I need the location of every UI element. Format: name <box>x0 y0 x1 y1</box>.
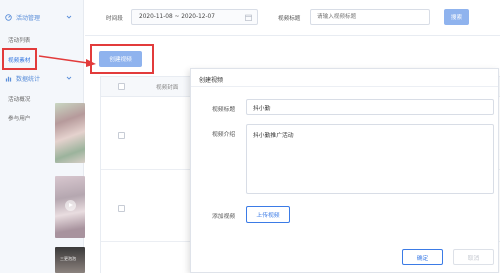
play-icon[interactable] <box>65 200 76 211</box>
annotation-arrow <box>38 55 96 67</box>
add-video-label: 添加视频 <box>212 214 236 220</box>
column-header-cover: 视频封面 <box>156 85 179 91</box>
row-checkbox[interactable] <box>118 205 125 212</box>
video-cover-thumbnail[interactable] <box>55 176 85 238</box>
chevron-down-icon <box>66 15 72 19</box>
dashboard-icon <box>5 13 12 21</box>
sidebar-group-label: 活动管理 <box>16 14 41 22</box>
create-video-dialog: 创建视频 视频标题 视频介绍 抖小勤推广活动 添加视频 上传视频 确定 取消 <box>190 68 499 273</box>
thumbnail-caption: 三更泡泡 <box>60 256 76 261</box>
dialog-title: 创建视频 <box>199 77 224 84</box>
video-cover-thumbnail[interactable]: 三更泡泡 <box>55 247 85 273</box>
dialog-header: 创建视频 <box>191 69 498 87</box>
search-button[interactable]: 搜索 <box>444 9 469 25</box>
video-intro-field-label: 视频介绍 <box>212 132 236 138</box>
calendar-icon <box>245 14 252 21</box>
video-cover-thumbnail[interactable] <box>55 103 85 163</box>
video-title-field[interactable] <box>246 99 494 115</box>
date-range-value: 2020-11-08 ~ 2020-12-07 <box>139 14 215 20</box>
time-range-label: 时间段 <box>106 16 123 22</box>
create-video-button[interactable]: 创建视频 <box>99 51 142 67</box>
sidebar-item-activity-list[interactable]: 活动列表 <box>8 36 30 44</box>
sidebar-group-statistics[interactable]: 数据统计 <box>0 71 84 85</box>
video-title-filter-label: 视频标题 <box>278 16 301 22</box>
bar-chart-icon <box>5 76 12 82</box>
sidebar-group-label: 数据统计 <box>16 75 41 83</box>
confirm-button[interactable]: 确定 <box>402 249 443 265</box>
select-all-checkbox[interactable] <box>118 83 125 90</box>
cancel-button[interactable]: 取消 <box>453 249 494 265</box>
date-range-picker[interactable]: 2020-11-08 ~ 2020-12-07 <box>131 9 258 25</box>
sidebar-item-participants[interactable]: 参与用户 <box>8 114 30 122</box>
upload-video-button[interactable]: 上传视频 <box>246 206 290 223</box>
video-title-search-input[interactable] <box>310 9 430 25</box>
sidebar-highlight-box <box>2 48 37 70</box>
sidebar-item-activity-overview[interactable]: 活动概况 <box>8 95 30 103</box>
row-checkbox[interactable] <box>118 132 125 139</box>
sidebar-group-activity[interactable]: 活动管理 <box>0 10 84 24</box>
video-title-field-label: 视频标题 <box>212 107 236 113</box>
chevron-down-icon <box>66 76 72 80</box>
video-intro-field[interactable]: 抖小勤推广活动 <box>246 124 494 194</box>
